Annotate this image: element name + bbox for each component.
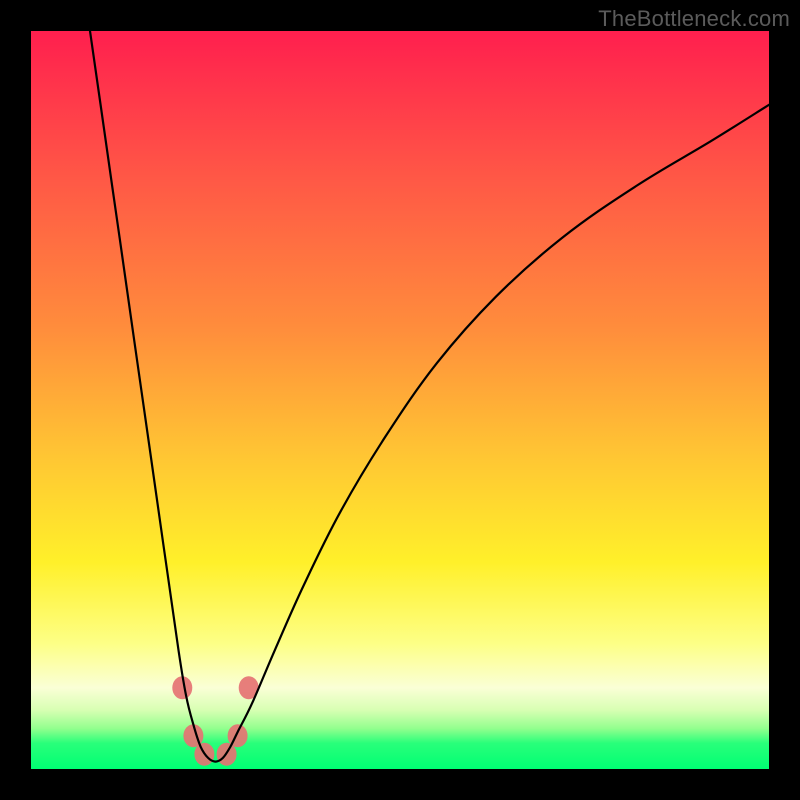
bottleneck-curve — [90, 31, 769, 762]
chart-svg — [31, 31, 769, 769]
chart-plot-area — [31, 31, 769, 769]
curve-marker-4 — [228, 724, 248, 747]
watermark-text: TheBottleneck.com — [598, 6, 790, 32]
